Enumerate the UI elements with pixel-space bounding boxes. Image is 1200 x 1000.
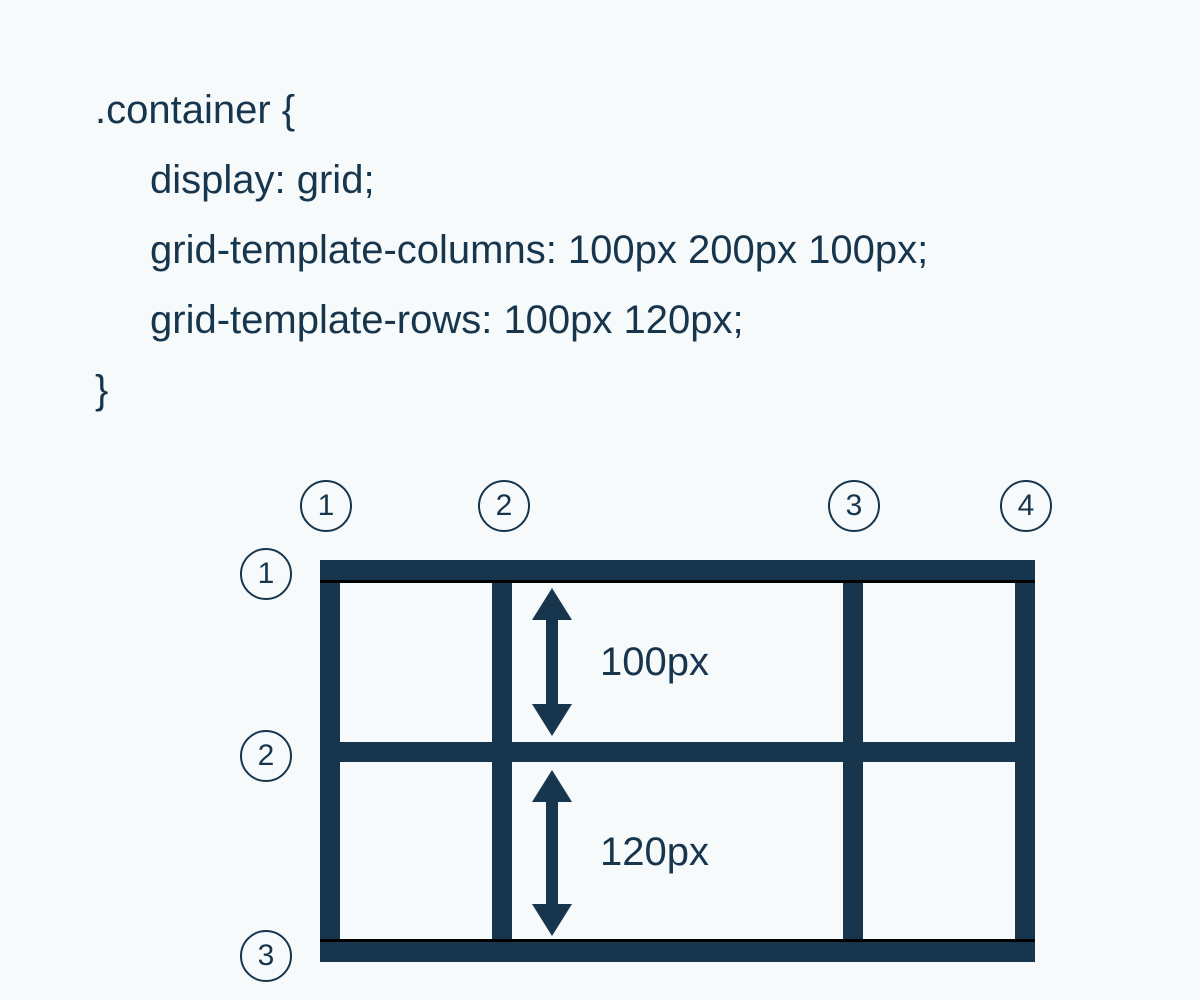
css-code-block: .container { display: grid; grid-templat…	[95, 75, 928, 425]
row-line-3-badge: 3	[240, 930, 292, 982]
code-line: .container {	[95, 75, 928, 145]
grid-strip	[320, 939, 1035, 942]
row-2-height-label: 120px	[600, 830, 709, 875]
row-line-2-badge: 2	[240, 730, 292, 782]
grid-diagram	[320, 560, 1035, 962]
row-line-1-badge: 1	[240, 548, 292, 600]
grid-strip	[320, 580, 1035, 583]
row-1-height-label: 100px	[600, 640, 709, 685]
code-line: grid-template-rows: 100px 120px;	[95, 285, 928, 355]
column-line-2-badge: 2	[478, 480, 530, 532]
column-line-4-badge: 4	[1000, 480, 1052, 532]
row-2-height-arrow	[532, 770, 572, 936]
column-line-3-badge: 3	[828, 480, 880, 532]
code-line: grid-template-columns: 100px 200px 100px…	[95, 215, 928, 285]
code-line: }	[95, 355, 928, 425]
grid-top-edge	[320, 560, 1035, 580]
grid-bottom-edge	[320, 942, 1035, 962]
grid-row-line-2	[320, 742, 1035, 762]
code-line: display: grid;	[95, 145, 928, 215]
column-line-1-badge: 1	[300, 480, 352, 532]
row-1-height-arrow	[532, 588, 572, 736]
